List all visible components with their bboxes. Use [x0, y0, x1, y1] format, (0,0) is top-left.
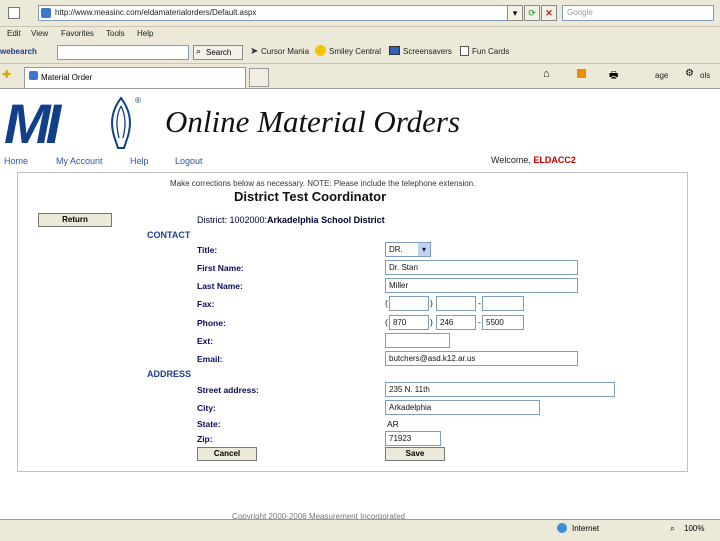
toolbar-search-button[interactable]: ⌕ Search [193, 45, 243, 60]
contact-heading: CONTACT [147, 230, 191, 240]
smiley-icon [315, 45, 326, 56]
menu-tools[interactable]: Tools [106, 29, 125, 38]
street-label: Street address: [197, 385, 259, 395]
email-label: Email: [197, 354, 223, 364]
mi-logo: MI [4, 92, 61, 155]
fax-paren-open: ( [385, 298, 388, 308]
state-label: State: [197, 419, 221, 429]
feeds-icon[interactable] [577, 69, 586, 78]
zip-field[interactable]: 71923 [385, 431, 441, 446]
state-value: AR [387, 419, 399, 429]
cursor-icon: ➤ [250, 46, 259, 57]
registered-mark-icon: ® [135, 96, 141, 105]
dropdown-arrow-icon[interactable]: ▾ [507, 5, 523, 21]
instruction-note: Make corrections below as necessary. NOT… [170, 179, 476, 188]
fax-paren-close: ) [430, 298, 433, 308]
last-name-field[interactable]: Miller [385, 278, 578, 293]
browser-search-input[interactable]: Google [562, 5, 714, 21]
district-line: District: 1002000:Arkadelphia School Dis… [197, 215, 385, 225]
page-icon [8, 7, 20, 19]
phone-prefix-field[interactable]: 246 [436, 315, 476, 330]
phone-dash: - [478, 317, 481, 327]
fax-label: Fax: [197, 299, 215, 309]
title-label: Title: [197, 245, 218, 255]
last-name-label: Last Name: [197, 281, 243, 291]
menu-edit[interactable]: Edit [7, 29, 21, 38]
logo-emblem [108, 96, 134, 150]
zip-label: Zip: [197, 434, 213, 444]
refresh-icon[interactable]: ⟳ [524, 5, 540, 21]
toolbar-brand: webearch [0, 47, 37, 56]
toolbar-cursor-mania[interactable]: Cursor Mania [261, 47, 309, 56]
phone-label: Phone: [197, 318, 226, 328]
toolbar-screensavers[interactable]: Screensavers [403, 47, 452, 56]
ext-label: Ext: [197, 336, 214, 346]
city-field[interactable]: Arkadelphia [385, 400, 540, 415]
zoom-icon[interactable]: ⌕ [670, 523, 675, 534]
title-select[interactable]: DR. ▾ [385, 242, 431, 257]
tools-menu[interactable]: ols [700, 71, 710, 80]
first-name-field[interactable]: Dr. Stan [385, 260, 578, 275]
print-icon[interactable]: 🖶 [609, 68, 618, 85]
menu-view[interactable]: View [31, 29, 48, 38]
email-field[interactable]: butchers@asd.k12.ar.us [385, 351, 578, 366]
first-name-label: First Name: [197, 263, 244, 273]
tools-gear-icon[interactable]: ⚙ [685, 68, 694, 79]
fax-prefix-field[interactable] [436, 296, 476, 311]
card-icon [460, 46, 469, 56]
fax-line-field[interactable] [482, 296, 524, 311]
city-label: City: [197, 403, 216, 413]
toolbar-search-input[interactable] [57, 45, 189, 60]
menu-favorites[interactable]: Favorites [61, 29, 94, 38]
nav-home[interactable]: Home [4, 156, 28, 166]
district-code: District: 1002000: [197, 215, 268, 225]
form-title: District Test Coordinator [234, 189, 387, 204]
page-menu[interactable]: age [655, 71, 668, 80]
address-input[interactable]: http://www.measinc.com/eldamaterialorder… [38, 5, 508, 21]
page-title: Online Material Orders [165, 104, 461, 139]
phone-paren-close: ) [430, 317, 433, 327]
screensaver-icon [389, 46, 400, 55]
stop-icon[interactable]: ✕ [541, 5, 557, 21]
ie-page-icon [41, 8, 51, 18]
district-name: Arkadelphia School District [267, 215, 385, 225]
toolbar-fun-cards[interactable]: Fun Cards [472, 47, 509, 56]
welcome-username: ELDACC2 [533, 155, 576, 165]
add-favorite-icon[interactable]: ✚ [2, 68, 11, 81]
phone-paren-open: ( [385, 317, 388, 327]
status-zone: Internet [572, 524, 600, 533]
welcome-text: Welcome, ELDACC2 [491, 155, 576, 165]
home-icon[interactable]: ⌂ [543, 68, 550, 80]
phone-line-field[interactable]: 5500 [482, 315, 524, 330]
new-tab-button[interactable] [249, 68, 269, 87]
toolbar-search-label: Search [206, 48, 232, 57]
title-select-value: DR. [389, 245, 403, 254]
status-bar [0, 519, 720, 541]
welcome-label: Welcome, [491, 155, 531, 165]
fax-dash: - [478, 298, 481, 308]
cancel-button[interactable]: Cancel [197, 447, 257, 461]
tab-page-icon [29, 71, 38, 80]
nav-help[interactable]: Help [130, 156, 149, 166]
fax-area-field[interactable] [389, 296, 429, 311]
globe-icon [557, 523, 567, 533]
menu-help[interactable]: Help [137, 29, 153, 38]
nav-logout[interactable]: Logout [175, 156, 203, 166]
ext-field[interactable] [385, 333, 450, 348]
address-heading: ADDRESS [147, 369, 192, 379]
tab-material-order[interactable]: Material Order [24, 67, 246, 88]
nav-my-account[interactable]: My Account [56, 156, 103, 166]
street-field[interactable]: 235 N. 11th [385, 382, 615, 397]
return-button[interactable]: Return [38, 213, 112, 227]
chevron-down-icon: ▾ [418, 243, 430, 256]
save-button[interactable]: Save [385, 447, 445, 461]
toolbar-smiley-central[interactable]: Smiley Central [329, 47, 381, 56]
status-zoom[interactable]: 100% [684, 524, 704, 533]
magnifier-icon: ⌕ [196, 46, 202, 56]
phone-area-field[interactable]: 870 [389, 315, 429, 330]
